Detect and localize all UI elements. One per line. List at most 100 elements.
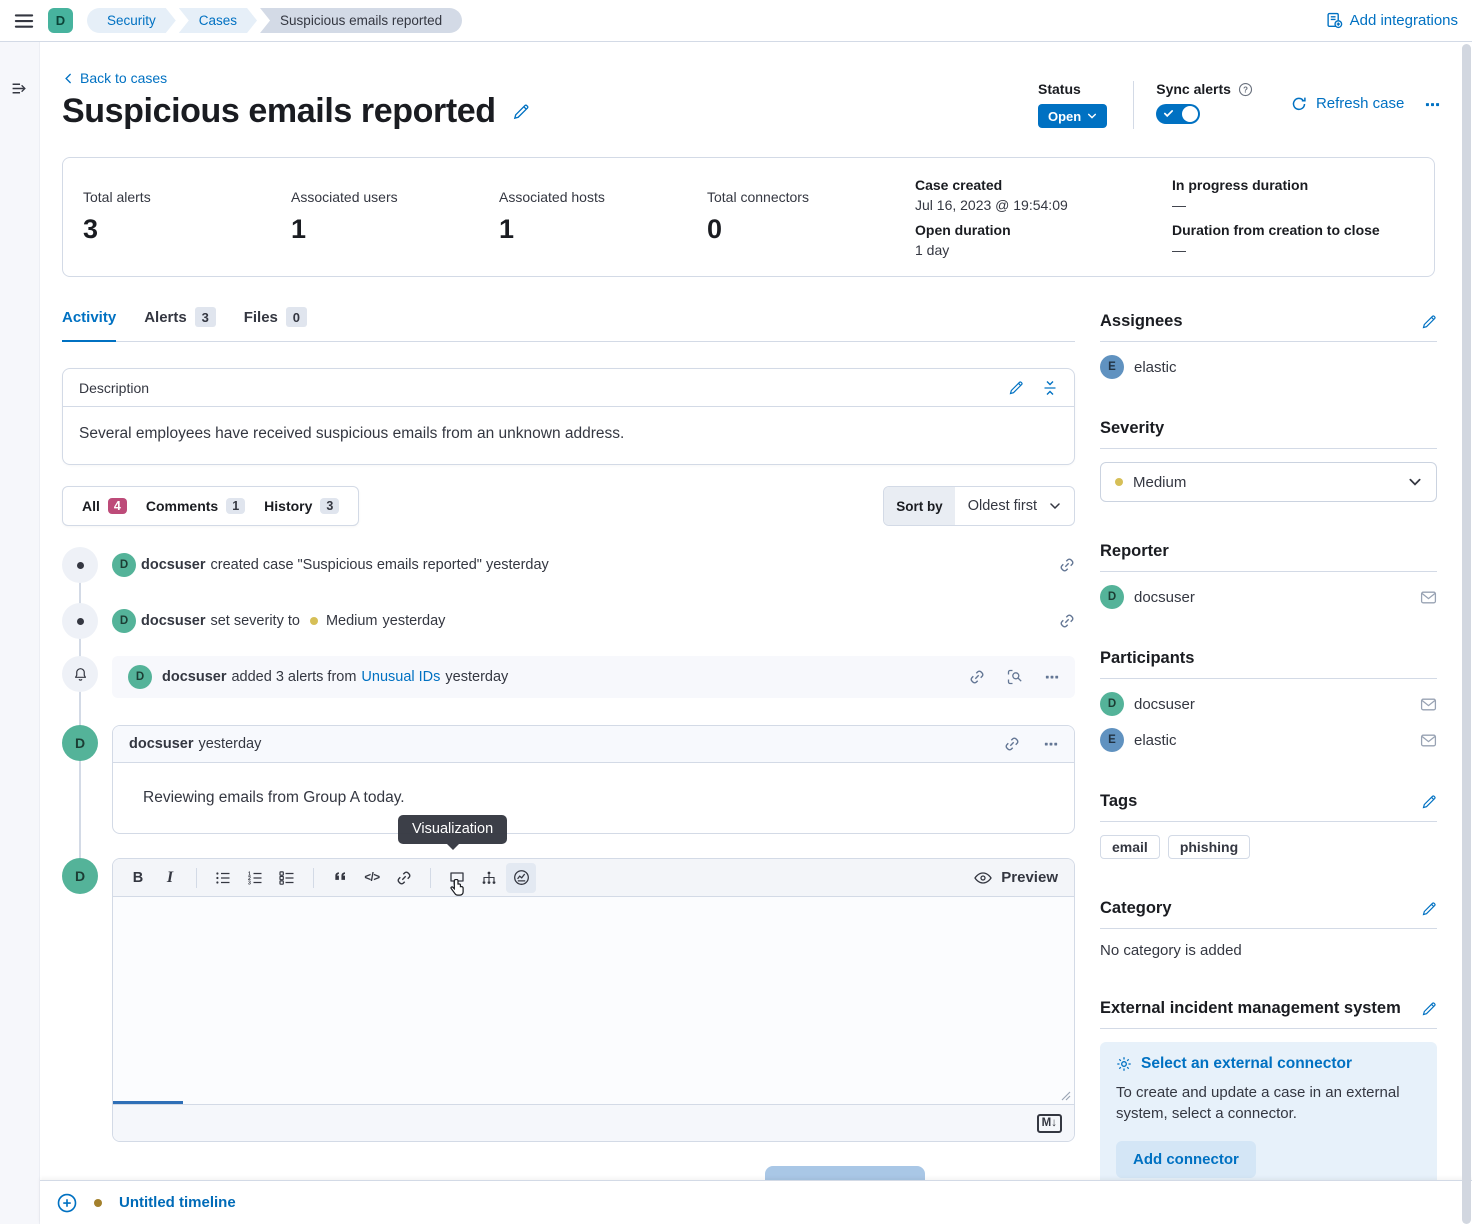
tab-activity[interactable]: Activity — [62, 305, 116, 341]
collapsed-nav-rail — [0, 42, 40, 1224]
refresh-icon — [1291, 96, 1307, 112]
more-actions-icon[interactable] — [1044, 737, 1058, 751]
hamburger-menu-icon[interactable] — [14, 11, 34, 31]
metric-associated-users: Associated users 1 — [291, 189, 499, 245]
severity-select[interactable]: Medium — [1100, 462, 1437, 502]
email-icon[interactable] — [1420, 696, 1437, 713]
italic-icon[interactable]: I — [155, 863, 185, 893]
breadcrumb-cases[interactable]: Cases — [179, 8, 257, 33]
link-icon[interactable] — [389, 863, 419, 893]
edit-assignees-pencil-icon[interactable] — [1421, 314, 1437, 330]
username: docsuser — [141, 613, 205, 629]
description-panel: Description Several employees have recei… — [62, 368, 1075, 465]
avatar: D — [112, 553, 136, 577]
page-title: Suspicious emails reported — [62, 92, 496, 131]
edit-connector-pencil-icon[interactable] — [1421, 1001, 1437, 1017]
task-list-icon[interactable] — [272, 863, 302, 893]
vertical-scrollbar[interactable] — [1462, 44, 1471, 1224]
divider — [430, 868, 431, 888]
edit-description-pencil-icon[interactable] — [1008, 380, 1024, 396]
severity-value: Medium — [326, 613, 378, 629]
editor-footer: M↓ — [113, 1105, 1074, 1141]
copy-link-icon[interactable] — [1059, 613, 1075, 629]
chevron-down-icon — [1049, 500, 1061, 512]
markdown-icon[interactable]: M↓ — [1037, 1114, 1062, 1133]
email-icon[interactable] — [1420, 589, 1437, 606]
comment-time: yesterday — [198, 736, 261, 752]
lens-graph-icon[interactable] — [474, 863, 504, 893]
visualization-icon[interactable] — [506, 863, 536, 893]
plus-circle-icon[interactable] — [57, 1193, 77, 1213]
add-integrations-link[interactable]: Add integrations — [1326, 12, 1458, 29]
filter-comments[interactable]: Comments 1 — [141, 498, 250, 514]
copy-link-icon[interactable] — [1004, 736, 1020, 752]
expand-sidebar-icon[interactable] — [11, 80, 28, 97]
markdown-editor-panel: B I 123 </> — [112, 858, 1075, 1142]
untitled-timeline-link[interactable]: Untitled timeline — [119, 1194, 236, 1211]
sync-alerts-toggle[interactable] — [1156, 104, 1200, 124]
filter-all[interactable]: All 4 — [77, 498, 132, 514]
ordered-list-icon[interactable]: 123 — [240, 863, 270, 893]
avatar: D — [62, 725, 98, 761]
severity-medium-dot — [310, 617, 318, 625]
copy-link-icon[interactable] — [969, 669, 985, 685]
sort-order-select[interactable]: Oldest first — [955, 487, 1074, 525]
metric-dates-left: Case created Jul 16, 2023 @ 19:54:09 Ope… — [915, 177, 1172, 258]
more-actions-icon[interactable] — [1045, 670, 1059, 684]
user-name: docsuser — [1134, 696, 1195, 713]
edit-category-pencil-icon[interactable] — [1421, 901, 1437, 917]
status-open-badge[interactable]: Open — [1038, 104, 1107, 128]
connector-callout-panel: Select an external connector To create a… — [1100, 1042, 1437, 1194]
email-icon[interactable] — [1420, 732, 1437, 749]
user-name: docsuser — [1134, 589, 1195, 606]
participant-row: E elastic — [1100, 728, 1437, 752]
case-actions: Status Open Sync alerts ? — [1038, 81, 1440, 129]
refresh-case-link[interactable]: Refresh case — [1291, 95, 1404, 112]
case-tabs: Activity Alerts 3 Files 0 — [62, 305, 1075, 342]
tab-alerts[interactable]: Alerts 3 — [144, 305, 216, 341]
comment-input[interactable] — [113, 897, 1074, 1104]
add-connector-button[interactable]: Add connector — [1116, 1141, 1256, 1178]
tag-phishing[interactable]: phishing — [1168, 835, 1250, 859]
copy-link-icon[interactable] — [1059, 557, 1075, 573]
category-title: Category — [1100, 899, 1172, 918]
status-label: Status — [1038, 81, 1107, 97]
alerts-added-panel: D docsuser added 3 alerts from Unusual I… — [112, 656, 1075, 698]
investigate-in-timeline-icon[interactable] — [1007, 669, 1023, 685]
username: docsuser — [141, 557, 205, 573]
kibana-cases-screen: D Security Cases Suspicious emails repor… — [0, 0, 1472, 1224]
filter-history[interactable]: History 3 — [259, 498, 344, 514]
edit-tags-pencil-icon[interactable] — [1421, 794, 1437, 810]
tab-files[interactable]: Files 0 — [244, 305, 307, 341]
more-actions-icon[interactable] — [1425, 97, 1440, 112]
preview-button[interactable]: Preview — [974, 869, 1058, 886]
space-avatar[interactable]: D — [48, 8, 73, 33]
unordered-list-icon[interactable] — [208, 863, 238, 893]
status-block: Status Open — [1038, 81, 1107, 128]
eye-icon — [974, 872, 992, 884]
resize-handle-icon[interactable] — [1061, 1091, 1071, 1101]
divider — [196, 868, 197, 888]
back-to-cases-link[interactable]: Back to cases — [63, 70, 167, 86]
tag-email[interactable]: email — [1100, 835, 1160, 859]
reporter-title: Reporter — [1100, 542, 1169, 561]
collapse-description-icon[interactable] — [1042, 380, 1058, 396]
integrations-icon — [1326, 12, 1343, 29]
code-icon[interactable]: </> — [357, 863, 387, 893]
activity-time: yesterday — [383, 613, 446, 629]
avatar: E — [1100, 355, 1124, 379]
unusual-ids-link[interactable]: Unusual IDs — [361, 669, 440, 685]
edit-title-pencil-icon[interactable] — [512, 103, 530, 121]
comment-textarea[interactable] — [113, 897, 1074, 1105]
assignee-row: E elastic — [1100, 355, 1437, 379]
quote-icon[interactable] — [325, 863, 355, 893]
bell-icon — [62, 656, 98, 692]
select-connector-link[interactable]: Select an external connector — [1116, 1055, 1421, 1073]
breadcrumb-security[interactable]: Security — [87, 8, 176, 33]
comment-panel: docsuser yesterday Reviewing emails from… — [112, 725, 1075, 834]
check-icon — [1163, 108, 1174, 119]
metric-associated-hosts: Associated hosts 1 — [499, 189, 707, 245]
bold-icon[interactable]: B — [123, 863, 153, 893]
help-icon[interactable]: ? — [1238, 82, 1253, 97]
description-body: Several employees have received suspicio… — [63, 407, 1074, 464]
